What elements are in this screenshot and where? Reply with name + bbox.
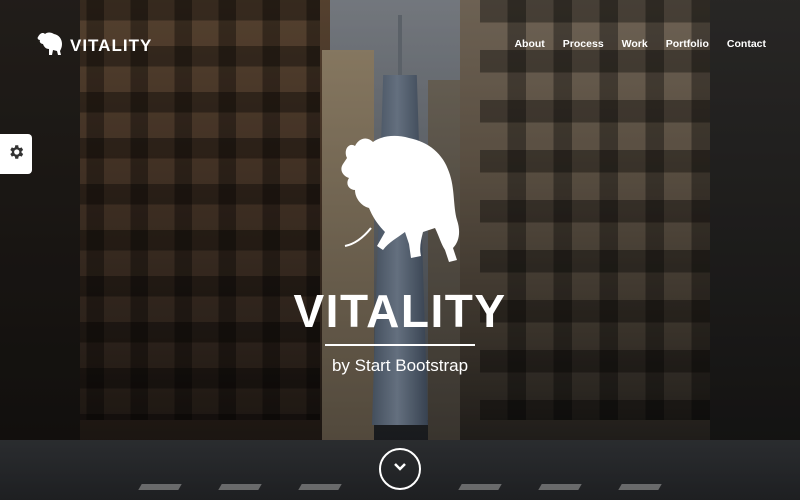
navbar: VITALITY About Process Work Portfolio Co…	[0, 0, 800, 84]
nav-item-about[interactable]: About	[514, 38, 544, 50]
hero-content: VITALITY by Start Bootstrap	[0, 128, 800, 376]
nav-item-portfolio[interactable]: Portfolio	[666, 38, 709, 50]
nav-item-process[interactable]: Process	[563, 38, 604, 50]
chevron-down-icon	[392, 459, 408, 480]
scroll-down-button[interactable]	[379, 448, 421, 490]
hero-subtitle: by Start Bootstrap	[331, 356, 469, 375]
bull-logo-icon	[36, 30, 64, 61]
hero-section: VITALITY About Process Work Portfolio Co…	[0, 0, 800, 500]
nav-menu: About Process Work Portfolio Contact	[514, 38, 766, 50]
nav-item-work[interactable]: Work	[622, 38, 648, 50]
brand-link[interactable]: VITALITY	[36, 30, 152, 61]
title-divider	[325, 344, 475, 346]
bull-icon	[0, 128, 800, 278]
nav-item-contact[interactable]: Contact	[727, 38, 766, 50]
hero-title: VITALITY	[293, 285, 507, 337]
brand-name: VITALITY	[70, 35, 153, 55]
